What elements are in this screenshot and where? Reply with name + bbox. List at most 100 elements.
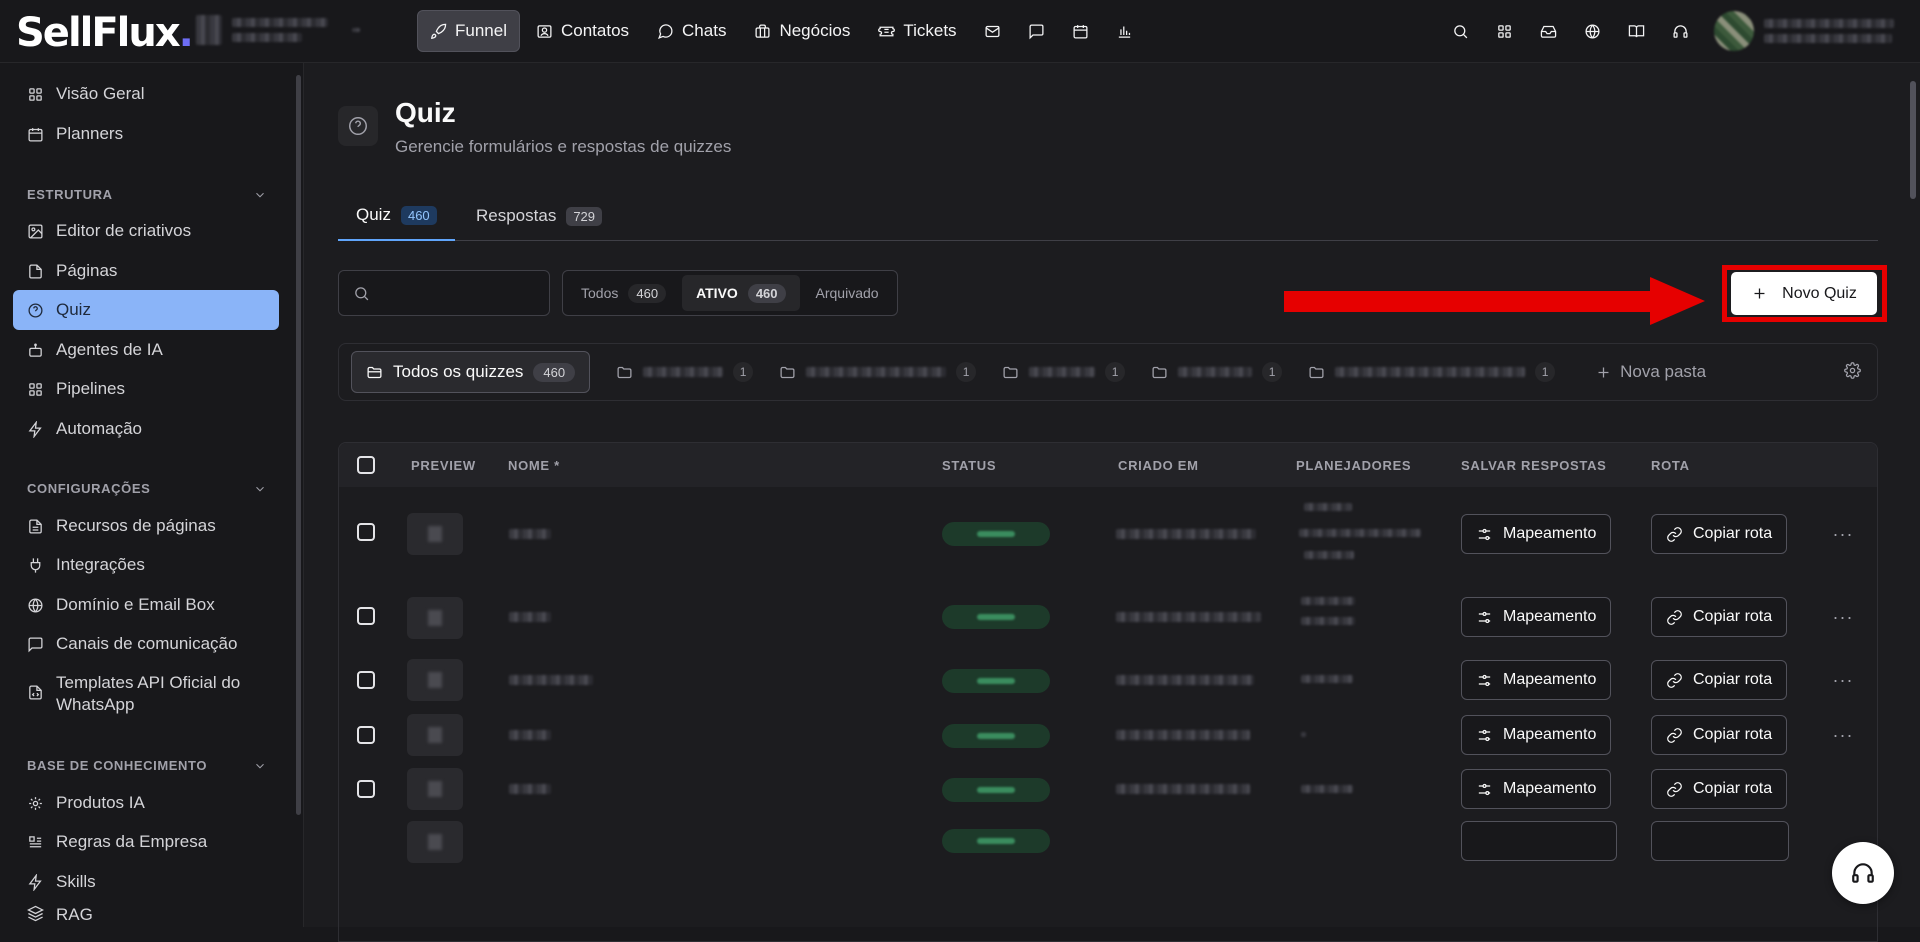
mapping-button[interactable]: Mapeamento: [1461, 597, 1612, 637]
book-icon[interactable]: [1616, 10, 1656, 52]
sidebar-item-planners[interactable]: Planners: [13, 114, 279, 154]
row-checkbox[interactable]: [357, 523, 375, 541]
nav-chats[interactable]: Chats: [645, 10, 738, 52]
more-options-icon[interactable]: ···: [1829, 666, 1857, 694]
mapping-button[interactable]: Mapeamento: [1461, 514, 1612, 554]
row-checkbox[interactable]: [357, 607, 375, 625]
more-options-icon[interactable]: ···: [1829, 603, 1857, 631]
mapping-label: Mapeamento: [1503, 780, 1597, 797]
copy-route-button[interactable]: Copiar rota: [1651, 660, 1788, 700]
mapping-button[interactable]: Mapeamento: [1461, 660, 1612, 700]
sidebar-item-canais-comunicacao[interactable]: Canais de comunicação: [13, 624, 279, 664]
quiz-name[interactable]: [509, 529, 551, 539]
table-row[interactable]: Mapeamento Copiar rota ···: [339, 653, 1877, 709]
search-input[interactable]: [380, 284, 540, 302]
quiz-name[interactable]: [509, 730, 551, 740]
folder-all-quizzes[interactable]: Todos os quizzes 460: [351, 351, 591, 393]
column-header[interactable]: NOME *: [508, 458, 560, 473]
account-switcher[interactable]: [196, 12, 386, 48]
sidebar-item-skills[interactable]: Skills: [13, 862, 279, 902]
nav-tickets[interactable]: Tickets: [866, 10, 968, 52]
calendar-icon[interactable]: [1061, 10, 1101, 52]
quiz-preview-thumbnail[interactable]: [407, 597, 463, 639]
sidebar-section-base-conhecimento[interactable]: BASE DE CONHECIMENTO: [27, 758, 267, 773]
filter-todos[interactable]: Todos 460: [567, 275, 680, 311]
tab-respostas[interactable]: Respostas 729: [458, 191, 620, 241]
quiz-preview-thumbnail[interactable]: [407, 821, 463, 863]
copy-route-button[interactable]: Copiar rota: [1651, 514, 1788, 554]
sidebar-item-pipelines[interactable]: Pipelines: [13, 369, 279, 409]
row-checkbox[interactable]: [357, 726, 375, 744]
filter-ativo[interactable]: ATIVO 460: [682, 275, 800, 311]
copy-route-button[interactable]: Copiar rota: [1651, 769, 1788, 809]
sidebar-item-automacao[interactable]: Automação: [13, 409, 279, 449]
table-row[interactable]: [339, 817, 1877, 863]
table-row[interactable]: Mapeamento Copiar rota ···: [339, 487, 1877, 581]
quiz-name[interactable]: [509, 675, 593, 685]
nav-contatos[interactable]: Contatos: [524, 10, 641, 52]
mapping-button[interactable]: Mapeamento: [1461, 769, 1612, 809]
nav-funnel[interactable]: Funnel: [417, 10, 520, 52]
row-checkbox[interactable]: [357, 780, 375, 798]
sidebar-item-recursos-paginas[interactable]: Recursos de páginas: [13, 506, 279, 546]
sidebar-item-regras-empresa[interactable]: Regras da Empresa: [13, 822, 279, 862]
new-folder-button[interactable]: Nova pasta: [1595, 362, 1706, 382]
more-options-icon[interactable]: ···: [1829, 520, 1857, 548]
sidebar-item-produtos-ia[interactable]: Produtos IA: [13, 783, 279, 823]
copy-route-button[interactable]: [1651, 821, 1789, 861]
table-row[interactable]: Mapeamento Copiar rota ···: [339, 581, 1877, 653]
search-box[interactable]: [338, 270, 550, 316]
nav-negocios[interactable]: Negócios: [742, 10, 862, 52]
quiz-preview-thumbnail[interactable]: [407, 714, 463, 756]
more-options-icon[interactable]: ···: [1829, 721, 1857, 749]
globe-icon[interactable]: [1572, 10, 1612, 52]
copy-route-button[interactable]: Copiar rota: [1651, 715, 1788, 755]
sidebar-item-dominio-email[interactable]: Domínio e Email Box: [13, 585, 279, 625]
table-row[interactable]: Mapeamento Copiar rota: [339, 763, 1877, 817]
sidebar-scrollbar[interactable]: [296, 75, 301, 815]
sidebar-item-quiz[interactable]: Quiz: [13, 290, 279, 330]
sidebar-item-agentes-ia[interactable]: Agentes de IA: [13, 330, 279, 370]
folder-item[interactable]: 1: [1308, 352, 1556, 392]
sidebar-item-editor-criativos[interactable]: Editor de criativos: [13, 211, 279, 251]
support-chat-button[interactable]: [1832, 842, 1894, 904]
folder-item[interactable]: 1: [779, 352, 977, 392]
message-square-icon[interactable]: [1017, 10, 1057, 52]
sidebar-item-visao-geral[interactable]: Visão Geral: [13, 74, 279, 114]
sidebar-item-rag[interactable]: RAG: [13, 901, 279, 927]
settings-gear-icon[interactable]: [1844, 362, 1861, 379]
sidebar-item-paginas[interactable]: Páginas: [13, 251, 279, 291]
folder-item[interactable]: 1: [616, 352, 754, 392]
sidebar-item-templates-whatsapp[interactable]: Templates API Oficial do WhatsApp: [13, 664, 279, 720]
planner-name: [1301, 597, 1355, 605]
row-checkbox[interactable]: [357, 671, 375, 689]
table-row[interactable]: Mapeamento Copiar rota ···: [339, 709, 1877, 763]
apps-grid-icon[interactable]: [1484, 10, 1524, 52]
folder-item[interactable]: 1: [1002, 352, 1126, 392]
user-menu[interactable]: [1714, 10, 1914, 52]
copy-route-button[interactable]: Copiar rota: [1651, 597, 1788, 637]
select-all-checkbox[interactable]: [357, 456, 375, 474]
sidebar-section-configuracoes[interactable]: CONFIGURAÇÕES: [27, 481, 267, 496]
sidebar-item-integracoes[interactable]: Integrações: [13, 545, 279, 585]
quiz-name[interactable]: [509, 612, 551, 622]
mapping-button[interactable]: [1461, 821, 1617, 861]
main-scrollbar[interactable]: [1910, 63, 1918, 923]
sidebar-item-label: Quiz: [56, 300, 91, 319]
folder-item[interactable]: 1: [1151, 352, 1283, 392]
mail-icon[interactable]: [973, 10, 1013, 52]
headset-icon[interactable]: [1660, 10, 1700, 52]
sidebar-section-estrutura[interactable]: ESTRUTURA: [27, 187, 267, 202]
quiz-name[interactable]: [509, 784, 551, 794]
mapping-button[interactable]: Mapeamento: [1461, 715, 1612, 755]
quiz-preview-thumbnail[interactable]: [407, 659, 463, 701]
new-quiz-button[interactable]: Novo Quiz: [1731, 272, 1877, 315]
bar-chart-icon[interactable]: [1105, 10, 1145, 52]
quiz-preview-thumbnail[interactable]: [407, 513, 463, 555]
search-icon[interactable]: [1440, 10, 1480, 52]
filter-arquivado[interactable]: Arquivado: [802, 275, 893, 311]
quiz-preview-thumbnail[interactable]: [407, 768, 463, 810]
tab-quiz[interactable]: Quiz 460: [338, 191, 455, 241]
sellflux-logo[interactable]: SellFlux.: [16, 10, 194, 56]
inbox-icon[interactable]: [1528, 10, 1568, 52]
